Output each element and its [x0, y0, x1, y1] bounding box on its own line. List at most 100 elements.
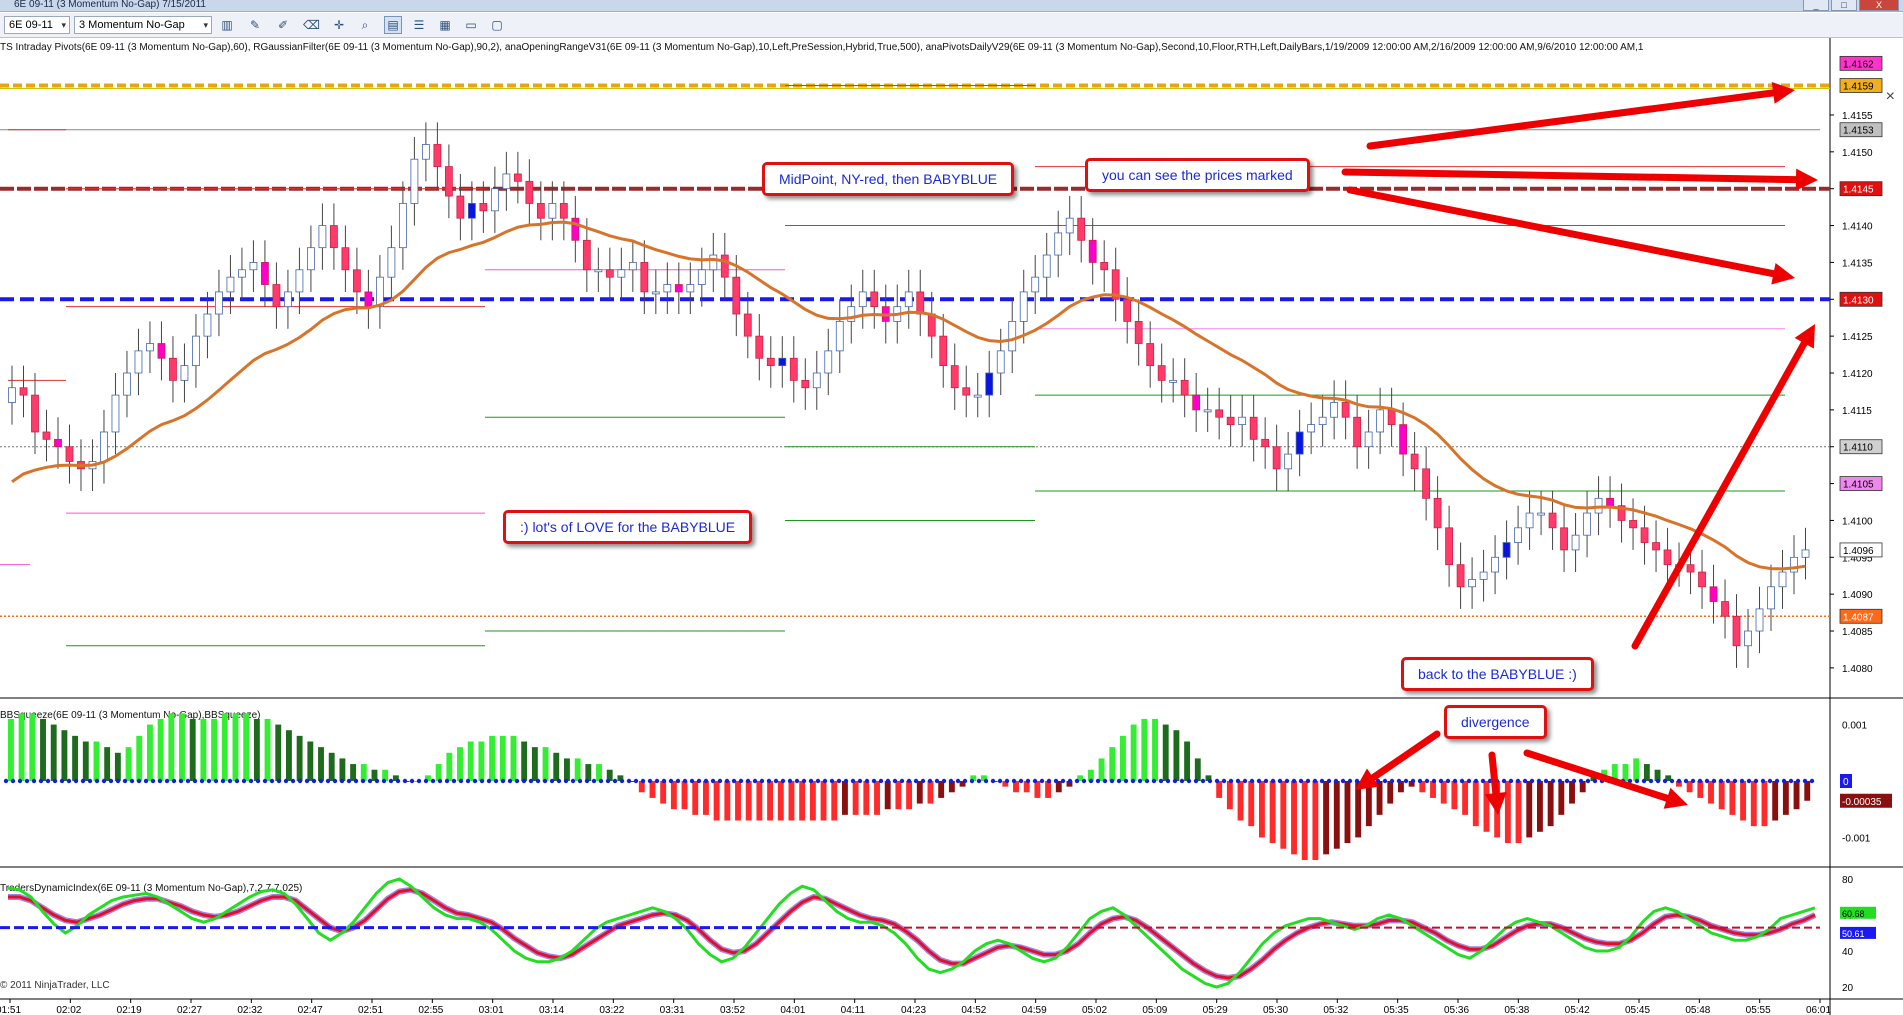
squeeze-bar [467, 741, 474, 781]
x-tick-label: 02:55 [418, 1005, 443, 1015]
squeeze-bar [1547, 781, 1554, 827]
candle-body [778, 357, 787, 367]
squeeze-dot [822, 778, 828, 784]
x-tick-label: 05:35 [1384, 1005, 1409, 1015]
candle-body [295, 269, 304, 293]
candle-body [536, 203, 545, 219]
candle-body [1744, 630, 1752, 647]
instrument-select[interactable]: 6E 09-11 ▾ [4, 16, 70, 34]
squeeze-bar [478, 741, 485, 781]
squeeze-bar [1312, 781, 1319, 860]
squeeze-dot [1641, 778, 1647, 784]
squeeze-dot [1235, 778, 1241, 784]
squeeze-bar [189, 718, 196, 781]
bar-chart-icon[interactable]: ▥ [218, 16, 236, 34]
squeeze-dot [1564, 778, 1570, 784]
candle-body [1606, 497, 1614, 507]
squeeze-bar [350, 764, 357, 781]
price-label-text: 1.4087 [1843, 612, 1874, 623]
squeeze-dot [283, 778, 289, 784]
squeeze-bar [1750, 781, 1757, 827]
marker-icon[interactable]: ✐ [274, 16, 292, 34]
pencil-icon[interactable]: ✎ [246, 16, 264, 34]
eraser-icon[interactable]: ⌫ [302, 16, 320, 34]
squeeze-dot [38, 778, 44, 784]
arrow-back-to-babyblue [1631, 339, 1808, 650]
crosshair-icon[interactable]: ✛ [330, 16, 348, 34]
squeeze-dot [1074, 778, 1080, 784]
candle-body [1801, 549, 1810, 558]
x-tick-label: 02:19 [117, 1005, 142, 1015]
squeeze-dot [1109, 778, 1115, 784]
squeeze-dot [752, 778, 758, 784]
squeeze-bar [564, 758, 570, 781]
squeeze-dot [3, 778, 9, 784]
x-tick-label: 04:11 [841, 1005, 866, 1015]
squeeze-dot [1018, 778, 1024, 784]
candle-body [31, 394, 39, 433]
candle-body [812, 372, 821, 389]
squeeze-bar [1472, 781, 1479, 827]
candle-body [353, 269, 361, 293]
x-tick-label: 05:02 [1082, 1005, 1107, 1015]
squeeze-dot [1809, 778, 1815, 784]
x-tick-label: 05:32 [1323, 1005, 1348, 1015]
candle-body [203, 313, 212, 337]
squeeze-bar [200, 718, 207, 781]
squeeze-bar [735, 781, 741, 821]
candle-body [134, 350, 143, 374]
squeeze-dot [437, 778, 443, 784]
candle-body [674, 284, 683, 293]
squeeze-zero-label: 0 [1843, 777, 1849, 788]
x-tick-label: 05:42 [1565, 1005, 1590, 1015]
squeeze-bar [1537, 781, 1543, 832]
candle-body [548, 203, 557, 219]
candle-body [1514, 527, 1522, 543]
close-chart-icon[interactable]: × [1886, 88, 1895, 106]
zoom-icon[interactable]: ⌕ [356, 16, 374, 34]
squeeze-bar [18, 713, 25, 781]
x-tick-label: 02:27 [177, 1005, 202, 1015]
squeeze-bar [756, 781, 763, 821]
print-icon[interactable]: ▭ [462, 16, 480, 34]
bar-type-select[interactable]: 3 Momentum No-Gap ▾ [74, 16, 212, 34]
squeeze-dot [773, 778, 779, 784]
squeeze-bar [574, 758, 581, 781]
minimize-button[interactable]: _ [1803, 0, 1829, 11]
x-tick-label: 02:51 [358, 1005, 383, 1015]
squeeze-dot [374, 778, 380, 784]
close-button[interactable]: X [1859, 0, 1899, 11]
arrow-divergence-down [1488, 751, 1500, 797]
x-tick-label: 05:36 [1444, 1005, 1469, 1015]
y-tick-label: 1.4150 [1842, 148, 1873, 159]
squeeze-dot [829, 778, 835, 784]
candle-body [1192, 394, 1201, 411]
squeeze-bar [1291, 781, 1297, 855]
candle-body [456, 195, 465, 219]
squeeze-dot [717, 778, 723, 784]
candle-body [398, 203, 407, 249]
squeeze-dot [87, 778, 93, 784]
properties-icon[interactable]: ☰ [410, 16, 428, 34]
maximize-button[interactable]: □ [1831, 0, 1857, 11]
share-icon[interactable]: ▢ [488, 16, 506, 34]
squeeze-dot [745, 778, 751, 784]
candle-body [1123, 298, 1132, 322]
squeeze-dot [458, 778, 464, 784]
squeeze-dot [1732, 778, 1738, 784]
squeeze-dot [409, 778, 415, 784]
arrow-divergence-right-head [1663, 787, 1688, 809]
squeeze-dot [521, 778, 527, 784]
squeeze-bar [1772, 781, 1779, 821]
squeeze-dot [878, 778, 884, 784]
grid-icon[interactable]: ▦ [436, 16, 454, 34]
candle-body [1491, 556, 1499, 573]
data-box-icon[interactable]: ▤ [384, 16, 402, 34]
y-tick-label: 1.4120 [1842, 369, 1873, 380]
squeeze-dot [941, 778, 947, 784]
squeeze-dot [934, 778, 940, 784]
chart-area[interactable]: TS Intraday Pivots(6E 09-11 (3 Momentum … [0, 38, 1903, 1015]
squeeze-bar [50, 724, 57, 781]
squeeze-dot [1753, 778, 1759, 784]
squeeze-dot [227, 778, 233, 784]
